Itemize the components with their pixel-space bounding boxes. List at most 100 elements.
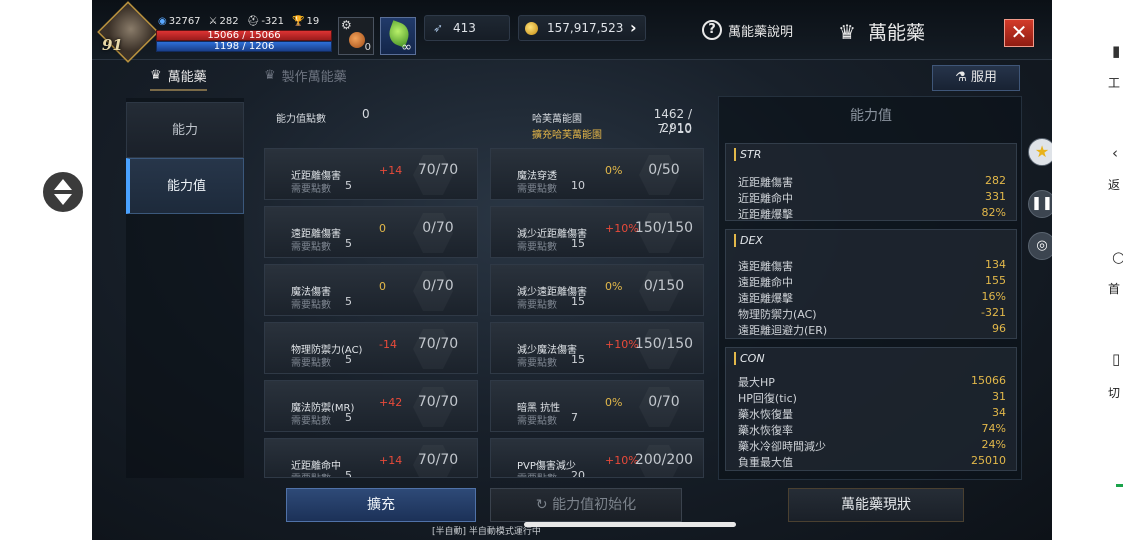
- pause-icon[interactable]: ❚❚: [1028, 190, 1052, 218]
- defense-stat: ⛑ -321: [247, 16, 284, 27]
- stat-val: -321: [981, 306, 1006, 319]
- home-indicator[interactable]: [524, 522, 736, 527]
- stat-card[interactable]: 魔法穿透 需要點數 10 0% 0/50: [490, 148, 704, 200]
- stat-row: 藥水恢復量 34: [738, 406, 1006, 422]
- trophy-stat: 🏆 19: [292, 16, 319, 27]
- side-item-tools[interactable]: 工: [1108, 74, 1120, 91]
- help-label: 萬能藥說明: [728, 24, 794, 40]
- stat-progress: 70/70: [417, 336, 459, 352]
- stat-card[interactable]: 減少近距離傷害 需要點數 15 +10% 150/150: [490, 206, 704, 258]
- tab-craft-elixir[interactable]: ♛ 製作萬能藥: [264, 66, 347, 85]
- stat-val: 74%: [981, 422, 1006, 435]
- need-value: 10: [571, 179, 585, 192]
- stat-bonus: +14: [379, 454, 403, 467]
- stat-row: 物理防禦力(AC) -321: [738, 306, 1006, 322]
- stat-card[interactable]: 減少遠距離傷害 需要點數 15 0% 0/150: [490, 264, 704, 316]
- stat-row: 遠距離命中 155: [738, 274, 1006, 290]
- menu-item-ability-value[interactable]: 能力值: [126, 158, 244, 214]
- menu-item-ability[interactable]: 能力: [126, 102, 244, 158]
- reset-stats-button[interactable]: ↻ 能力值初始化: [490, 488, 682, 522]
- stat-card[interactable]: PVP傷害減少 需要點數 20 +10% 200/200: [490, 438, 704, 478]
- dex-header: DEX: [734, 234, 763, 247]
- hp-text: 15066 / 15066: [207, 30, 281, 41]
- stat-key: 近距離爆擊: [738, 208, 793, 221]
- stat-progress: 0/70: [648, 394, 680, 410]
- stat-val: 96: [992, 322, 1006, 335]
- stat-card[interactable]: 魔法傷害 需要點數 5 0 0/70: [264, 264, 478, 316]
- feather-value: 413: [453, 21, 476, 35]
- stat-row: 遠距離傷害 134: [738, 258, 1006, 274]
- home-icon[interactable]: ○: [1112, 248, 1123, 266]
- back-icon[interactable]: ‹: [1112, 144, 1118, 162]
- potion-slot[interactable]: ⚙ 0: [338, 17, 374, 55]
- need-value: 5: [345, 469, 352, 478]
- switch-icon[interactable]: ▯: [1112, 350, 1120, 368]
- stat-bonus: 0: [379, 222, 386, 235]
- hp-bar: 15066 / 15066: [156, 30, 332, 41]
- tab-elixir[interactable]: ♛ 萬能藥: [150, 66, 207, 91]
- close-button[interactable]: ✕: [1004, 19, 1034, 47]
- expand-button[interactable]: 擴充: [286, 488, 476, 522]
- stat-card[interactable]: 物理防禦力(AC) 需要點數 5 -14 70/70: [264, 322, 478, 374]
- need-label: 需要點數: [517, 184, 557, 195]
- need-value: 15: [571, 295, 585, 308]
- gold-coin-icon: [525, 22, 538, 35]
- need-label: 需要點數: [517, 416, 557, 427]
- star-icon[interactable]: ★: [1028, 138, 1052, 166]
- power-stat: ◉ 32767: [158, 16, 201, 27]
- stat-val: 155: [985, 274, 1006, 287]
- leaf-item-slot[interactable]: ∞: [380, 17, 416, 55]
- stat-card[interactable]: 減少魔法傷害 需要點數 15 +10% 150/150: [490, 322, 704, 374]
- ha-label: 哈芙萬能園: [532, 114, 582, 125]
- chevron-right-icon[interactable]: ›: [630, 18, 637, 37]
- elixir-status-button[interactable]: 萬能藥現狀: [788, 488, 964, 522]
- stat-row: 近距離命中 331: [738, 190, 1006, 206]
- tab-row: ♛ 萬能藥 ♛ 製作萬能藥 ⚗ 服用: [92, 62, 1052, 94]
- stat-val: 15066: [971, 374, 1006, 387]
- use-button[interactable]: ⚗ 服用: [932, 65, 1020, 91]
- stat-progress: 70/70: [417, 162, 459, 178]
- stat-row: 近距離爆擊 82%: [738, 206, 1006, 222]
- power-value: 32767: [168, 15, 201, 27]
- need-label: 需要點數: [291, 184, 331, 195]
- stat-progress: 0/150: [643, 278, 685, 294]
- con-header: CON: [734, 352, 765, 365]
- need-label: 需要點數: [517, 358, 557, 369]
- potion-icon: [349, 32, 365, 48]
- need-label: 需要點數: [517, 470, 557, 477]
- question-icon: ?: [702, 20, 722, 40]
- help-button[interactable]: ? 萬能藥說明: [702, 20, 793, 40]
- crown-icon: ♛: [150, 68, 162, 83]
- side-item-back[interactable]: 返: [1108, 176, 1120, 193]
- stat-card[interactable]: 遠距離傷害 需要點數 5 0 0/70: [264, 206, 478, 258]
- need-label: 需要點數: [291, 242, 331, 253]
- side-item-home[interactable]: 首: [1108, 280, 1120, 297]
- stat-card[interactable]: 暗黑 抗性 需要點數 7 0% 0/70: [490, 380, 704, 432]
- stat-bonus: 0: [379, 280, 386, 293]
- floating-scroll-button[interactable]: [41, 170, 85, 214]
- gear-icon[interactable]: ⚙: [341, 18, 352, 32]
- defense-value: -321: [261, 15, 285, 27]
- stat-progress: 0/70: [422, 220, 454, 236]
- stat-val: 34: [992, 406, 1006, 419]
- tools-icon[interactable]: ▮: [1112, 42, 1120, 60]
- swirl-icon[interactable]: ◎: [1028, 232, 1052, 260]
- need-label: 需要點數: [291, 300, 331, 311]
- stat-key: 藥水冷卻時間減少: [738, 440, 826, 453]
- power-icon: ◉: [158, 15, 167, 27]
- stat-row: 遠距離迴避力(ER) 96: [738, 322, 1006, 338]
- str-header: STR: [734, 148, 761, 161]
- side-item-switch[interactable]: 切: [1108, 384, 1120, 401]
- stat-card[interactable]: 近距離命中 需要點數 5 +14 70/70: [264, 438, 478, 478]
- player-level: 91: [102, 36, 123, 54]
- stat-progress: 0/70: [422, 278, 454, 294]
- need-label: 需要點數: [291, 358, 331, 369]
- page-title: ♛ 萬能藥: [838, 18, 925, 45]
- stat-key: 負重最大值: [738, 456, 793, 469]
- stat-row: 遠距離爆擊 16%: [738, 290, 1006, 306]
- stat-card[interactable]: 魔法防禦(MR) 需要點數 5 +42 70/70: [264, 380, 478, 432]
- stat-card[interactable]: 近距離傷害 需要點數 5 +14 70/70: [264, 148, 478, 200]
- points-value: 0: [362, 107, 370, 121]
- stat-row: 藥水冷卻時間減少 24%: [738, 438, 1006, 454]
- need-value: 15: [571, 353, 585, 366]
